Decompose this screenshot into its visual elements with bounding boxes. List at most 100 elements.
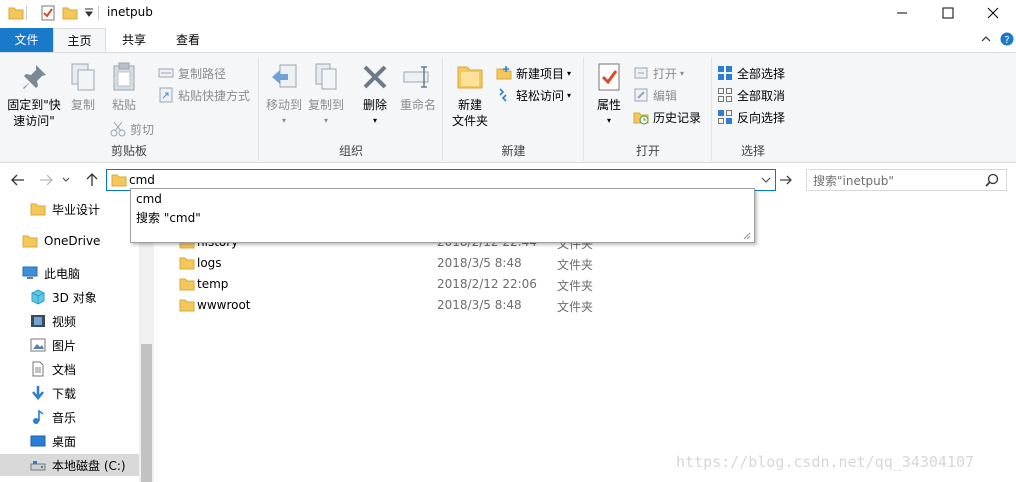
easy-access-button[interactable]: 轻松访问 ▾ — [496, 85, 571, 105]
search-box[interactable] — [806, 169, 1007, 191]
sidebar-item-graduation-project[interactable]: 毕业设计 — [30, 198, 100, 220]
sidebar-item-label: 桌面 — [52, 434, 77, 449]
edit-button[interactable]: 编辑 — [633, 85, 677, 105]
move-to-button[interactable]: 移动到 ▾ — [264, 61, 304, 129]
organize-group: 移动到 ▾ 复制到 ▾ 删除 ▾ 重命名 组织 — [260, 57, 443, 161]
paste-label: 粘贴 — [111, 98, 136, 112]
organize-group-label: 组织 — [338, 144, 363, 158]
rename-button[interactable]: 重命名 — [396, 61, 440, 113]
sidebar-item-videos[interactable]: 视频 — [30, 310, 76, 332]
go-arrow-icon[interactable] — [776, 170, 796, 190]
minimize-button[interactable] — [879, 0, 925, 26]
properties-button[interactable]: 属性 ▾ — [591, 61, 627, 129]
paste-button[interactable]: 粘贴 — [106, 61, 142, 113]
resize-grip-icon[interactable] — [741, 229, 751, 240]
new-group: 新建 文件夹 新建项目 ▾ 轻松访问 ▾ 新建 — [444, 57, 584, 161]
document-icon — [30, 361, 46, 377]
autocomplete-item-search-cmd[interactable]: 搜索 "cmd" — [136, 209, 201, 226]
music-note-icon — [30, 409, 46, 425]
paste-shortcut-button[interactable]: 粘贴快捷方式 — [158, 85, 250, 105]
autocomplete-item-cmd[interactable]: cmd — [136, 192, 162, 209]
file-date: 2018/3/5 8:48 — [437, 298, 522, 312]
select-none-button[interactable]: 全部取消 — [717, 85, 785, 105]
help-icon[interactable]: ? — [1000, 32, 1014, 49]
folder-icon — [179, 298, 195, 312]
tab-home[interactable]: 主页 — [53, 28, 106, 52]
sidebar-item-local-disk-c[interactable]: 本地磁盘 (C:) — [0, 454, 139, 476]
qa-divider — [98, 6, 99, 20]
file-name: logs — [197, 256, 222, 270]
sidebar-item-pictures[interactable]: 图片 — [30, 334, 76, 356]
computer-icon — [22, 265, 38, 281]
sidebar-item-label: 此电脑 — [44, 266, 81, 281]
scrollbar-thumb[interactable] — [141, 344, 152, 482]
pin-quick-access-button[interactable]: 固定到"快 速访问" — [4, 61, 64, 129]
paste-shortcut-icon — [158, 87, 174, 103]
copy-button[interactable]: 复制 — [66, 61, 100, 113]
file-type: 文件夹 — [557, 279, 594, 293]
new-item-button[interactable]: 新建项目 ▾ — [496, 63, 571, 83]
list-item[interactable]: wwwroot 2018/3/5 8:48 文件夹 — [174, 295, 674, 316]
folder-icon — [111, 172, 127, 191]
history-label: 历史记录 — [653, 110, 702, 125]
picture-icon — [30, 337, 46, 353]
select-all-button[interactable]: 全部选择 — [717, 63, 785, 83]
watermark: https://blog.csdn.net/qq_34304107 — [676, 453, 975, 471]
address-history-chevron-icon[interactable] — [761, 174, 771, 188]
invert-selection-icon — [717, 109, 733, 125]
search-input[interactable] — [813, 173, 983, 188]
window-title: inetpub — [107, 5, 153, 19]
folder-icon — [30, 201, 46, 217]
invert-selection-button[interactable]: 反向选择 — [717, 107, 785, 127]
new-folder-button[interactable]: 新建 文件夹 — [450, 61, 490, 129]
close-button[interactable] — [970, 0, 1016, 26]
cut-button[interactable]: 剪切 — [110, 119, 154, 139]
address-input[interactable] — [129, 172, 749, 188]
up-arrow-icon[interactable] — [82, 170, 102, 190]
sidebar-item-label: 音乐 — [52, 410, 77, 425]
move-to-icon — [268, 61, 300, 93]
tab-share[interactable]: 共享 — [108, 28, 160, 52]
copy-path-button[interactable]: 复制路径 — [158, 63, 226, 83]
customize-quick-access-icon[interactable] — [84, 4, 94, 22]
copy-to-button[interactable]: 复制到 ▾ — [306, 61, 346, 129]
recent-locations-chevron-icon[interactable] — [60, 170, 72, 190]
list-item[interactable]: logs 2018/3/5 8:48 文件夹 — [174, 253, 674, 274]
chevron-up-icon[interactable] — [980, 33, 992, 48]
folder-icon — [179, 277, 195, 291]
sidebar-item-music[interactable]: 音乐 — [30, 406, 76, 428]
open-group-label: 打开 — [635, 144, 660, 158]
tab-file[interactable]: 文件 — [0, 28, 53, 52]
history-button[interactable]: 历史记录 — [633, 107, 701, 127]
file-name: wwwroot — [197, 298, 251, 312]
edit-icon — [633, 87, 649, 103]
back-arrow-icon[interactable] — [8, 170, 28, 190]
copy-to-icon — [310, 61, 342, 93]
maximize-button[interactable] — [925, 0, 971, 26]
open-button[interactable]: 打开 ▾ — [633, 63, 684, 83]
properties-icon — [593, 61, 625, 93]
list-item[interactable]: temp 2018/2/12 22:06 文件夹 — [174, 274, 674, 295]
delete-button[interactable]: 删除 ▾ — [358, 61, 392, 129]
sidebar-item-label: 文档 — [52, 362, 77, 377]
history-icon — [633, 109, 649, 125]
qa-divider — [26, 6, 27, 20]
new-group-label: 新建 — [501, 144, 526, 158]
file-explorer-window: inetpub 文件 主页 共享 查看 ? 固定到"快 速访问" 复制 粘贴 复… — [0, 0, 1016, 482]
sidebar-item-downloads[interactable]: 下载 — [30, 382, 76, 404]
sidebar-item-this-pc[interactable]: 此电脑 — [22, 262, 80, 284]
invert-selection-label: 反向选择 — [737, 110, 786, 125]
forward-arrow-icon[interactable] — [36, 170, 56, 190]
sidebar-item-onedrive[interactable]: OneDrive — [22, 230, 100, 252]
sidebar-item-label: 视频 — [52, 314, 77, 329]
properties-quick-icon[interactable] — [40, 4, 56, 22]
sidebar-item-3d-objects[interactable]: 3D 对象 — [30, 286, 97, 308]
folder-app-icon — [8, 4, 24, 22]
copy-icon — [67, 61, 99, 93]
svg-text:?: ? — [1004, 35, 1009, 46]
tab-view[interactable]: 查看 — [162, 28, 214, 52]
sidebar-item-desktop[interactable]: 桌面 — [30, 430, 76, 452]
search-icon[interactable] — [985, 173, 999, 190]
sidebar-item-documents[interactable]: 文档 — [30, 358, 76, 380]
new-folder-quick-icon[interactable] — [62, 4, 78, 22]
